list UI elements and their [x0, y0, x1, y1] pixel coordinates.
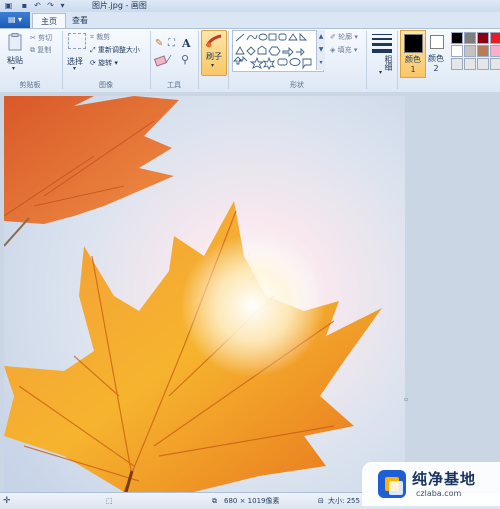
maple-leaf-photo: [4, 96, 405, 492]
watermark-url: czlaba.com: [416, 489, 462, 498]
size-dropdown-icon: ▾: [379, 69, 383, 76]
tab-home[interactable]: 主页: [32, 13, 66, 29]
palette-color-swatch[interactable]: [464, 32, 476, 44]
eraser-icon[interactable]: [153, 55, 168, 67]
watermark: 纯净基地 czlaba.com: [362, 462, 500, 506]
rotate-button[interactable]: ⟳ 旋转 ▾: [90, 58, 118, 68]
outline-button[interactable]: ✐ 轮廓 ▾: [330, 32, 358, 42]
watermark-title: 纯净基地: [412, 470, 477, 488]
group-divider: [228, 31, 229, 89]
group-divider: [366, 31, 367, 89]
brushes-dropdown-icon: ▾: [211, 62, 215, 69]
watermark-logo-icon: [378, 470, 406, 498]
image-group-label: 图像: [99, 81, 113, 89]
size-button[interactable]: 粗细 ▾: [370, 32, 394, 76]
palette-color-swatch[interactable]: [451, 45, 463, 57]
color2-swatch: [430, 35, 444, 49]
image-dimensions-icon: ⧉: [212, 497, 217, 505]
size-line-icon: [372, 34, 392, 35]
clipboard-group-label: 剪贴板: [19, 81, 41, 89]
shapes-group-label: 形状: [290, 81, 304, 89]
color-picker-icon[interactable]: ⁄: [168, 54, 170, 65]
fill-button[interactable]: ◈ 填充 ▾: [330, 45, 357, 55]
color2-button[interactable]: 颜色 2: [427, 30, 447, 76]
tools-group-label: 工具: [167, 81, 181, 89]
text-icon[interactable]: A: [182, 37, 191, 50]
shape-icons[interactable]: [232, 31, 323, 71]
copy-button[interactable]: ⧉ 复制: [30, 45, 51, 55]
undo-icon[interactable]: ↶: [33, 1, 42, 10]
brushes-label: 刷子: [206, 52, 222, 61]
outline-icon: ✐: [330, 33, 336, 41]
palette-color-swatch[interactable]: [490, 58, 500, 70]
shapes-gallery[interactable]: [232, 30, 324, 72]
canvas-image[interactable]: [4, 96, 405, 492]
brushes-button[interactable]: 刷子 ▾: [201, 30, 227, 76]
crop-button[interactable]: ⌗ 裁剪: [90, 32, 110, 42]
size-line-icon: [372, 49, 392, 53]
palette-color-swatch[interactable]: [490, 32, 500, 44]
paste-dropdown-icon[interactable]: ▾: [12, 65, 15, 72]
group-divider: [150, 31, 151, 89]
fill-bucket-icon[interactable]: ⛶: [168, 38, 175, 49]
brush-icon: [205, 34, 223, 48]
group-divider: [62, 31, 63, 89]
redo-icon[interactable]: ↷: [46, 1, 55, 10]
copy-icon: ⧉: [30, 46, 35, 54]
palette-color-swatch[interactable]: [477, 45, 489, 57]
palette-color-swatch[interactable]: [477, 58, 489, 70]
resize-icon: ⤢: [90, 46, 96, 54]
magnifier-icon[interactable]: ⚲: [181, 53, 189, 66]
size-line-icon: [372, 38, 392, 40]
tab-view[interactable]: 查看: [64, 13, 96, 28]
shapes-scrollbar[interactable]: ▲ ▼ ▾: [316, 30, 325, 70]
paste-icon[interactable]: [8, 33, 23, 51]
select-dropdown-icon[interactable]: ▾: [73, 65, 76, 72]
palette-color-swatch[interactable]: [490, 45, 500, 57]
resize-handle[interactable]: ▫: [404, 396, 408, 403]
rotate-icon: ⟳: [90, 59, 96, 67]
window-title: 图片.jpg - 画图: [92, 1, 147, 10]
palette-color-swatch[interactable]: [477, 32, 489, 44]
group-divider: [198, 31, 199, 89]
selection-size-icon: ⬚: [106, 497, 113, 505]
color2-label: 颜色 2: [428, 54, 444, 73]
palette-color-swatch[interactable]: [451, 58, 463, 70]
file-size-icon: ⊟: [318, 497, 324, 505]
cursor-position-icon: ✛: [3, 496, 11, 506]
palette-color-swatch[interactable]: [464, 58, 476, 70]
customize-quick-access-icon[interactable]: ▾: [58, 1, 67, 10]
select-icon[interactable]: [68, 33, 86, 49]
color1-swatch: [404, 34, 423, 53]
resize-button[interactable]: ⤢ 重新调整大小: [90, 45, 140, 55]
cut-button[interactable]: ✂ 剪切: [30, 33, 52, 43]
image-dimensions: 680 × 1019像素: [224, 497, 280, 505]
palette-color-swatch[interactable]: [464, 45, 476, 57]
size-line-icon: [372, 43, 392, 46]
color1-label: 颜色 1: [405, 55, 421, 74]
paint-menu-button[interactable]: ▤ ▾: [0, 12, 30, 28]
palette-color-swatch[interactable]: [451, 32, 463, 44]
pencil-icon[interactable]: ✎: [155, 38, 163, 49]
app-icon: ▣: [4, 1, 13, 10]
crop-icon: ⌗: [90, 33, 94, 41]
color1-button[interactable]: 颜色 1: [400, 30, 426, 78]
cut-icon: ✂: [30, 34, 36, 42]
file-size: 大小: 255: [328, 497, 360, 505]
save-icon[interactable]: ▪: [20, 1, 29, 10]
fill-icon: ◈: [330, 46, 336, 54]
group-divider: [397, 31, 398, 89]
